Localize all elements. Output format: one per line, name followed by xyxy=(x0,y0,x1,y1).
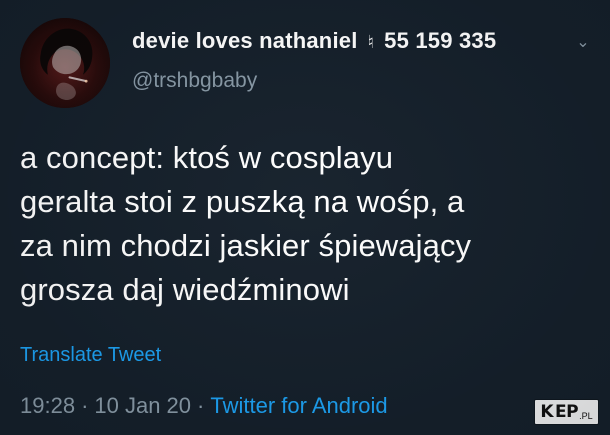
tweet-source-link[interactable]: Twitter for Android xyxy=(210,393,387,419)
tweet-card: devie loves nathaniel ♮ 55 159 335 @trsh… xyxy=(0,0,610,435)
follow-count: 55 159 335 xyxy=(384,28,497,53)
avatar[interactable] xyxy=(20,18,110,108)
tweet-text: a concept: ktoś w cosplayu geralta stoi … xyxy=(20,140,472,307)
watermark-k: K xyxy=(540,402,554,422)
chevron-down-icon: ⌄ xyxy=(576,34,590,51)
meta-separator: · xyxy=(81,393,89,418)
display-name[interactable]: devie loves nathaniel xyxy=(132,28,358,54)
avatar-icon xyxy=(20,18,110,108)
watermark-ep: EP xyxy=(555,402,579,422)
tweet-date: 10 Jan 20 xyxy=(94,393,192,418)
translate-tweet-link[interactable]: Translate Tweet xyxy=(20,344,161,367)
tweet-time: 19:28 xyxy=(20,393,76,418)
display-name-row[interactable]: devie loves nathaniel ♮ 55 159 335 xyxy=(132,28,590,54)
username[interactable]: @trshbgbaby xyxy=(132,69,590,93)
tweet-meta: 19:28 · 10 Jan 20 · Twitter for Android xyxy=(20,393,388,419)
kwejk-watermark: K EP .PL xyxy=(535,400,598,424)
natural-sign-emoji: ♮ xyxy=(367,31,375,52)
watermark-pl: .PL xyxy=(579,411,593,421)
meta-separator: · xyxy=(197,393,205,418)
tweet-header: devie loves nathaniel ♮ 55 159 335 @trsh… xyxy=(132,28,590,108)
more-options-button[interactable]: ⌄ xyxy=(574,34,592,52)
